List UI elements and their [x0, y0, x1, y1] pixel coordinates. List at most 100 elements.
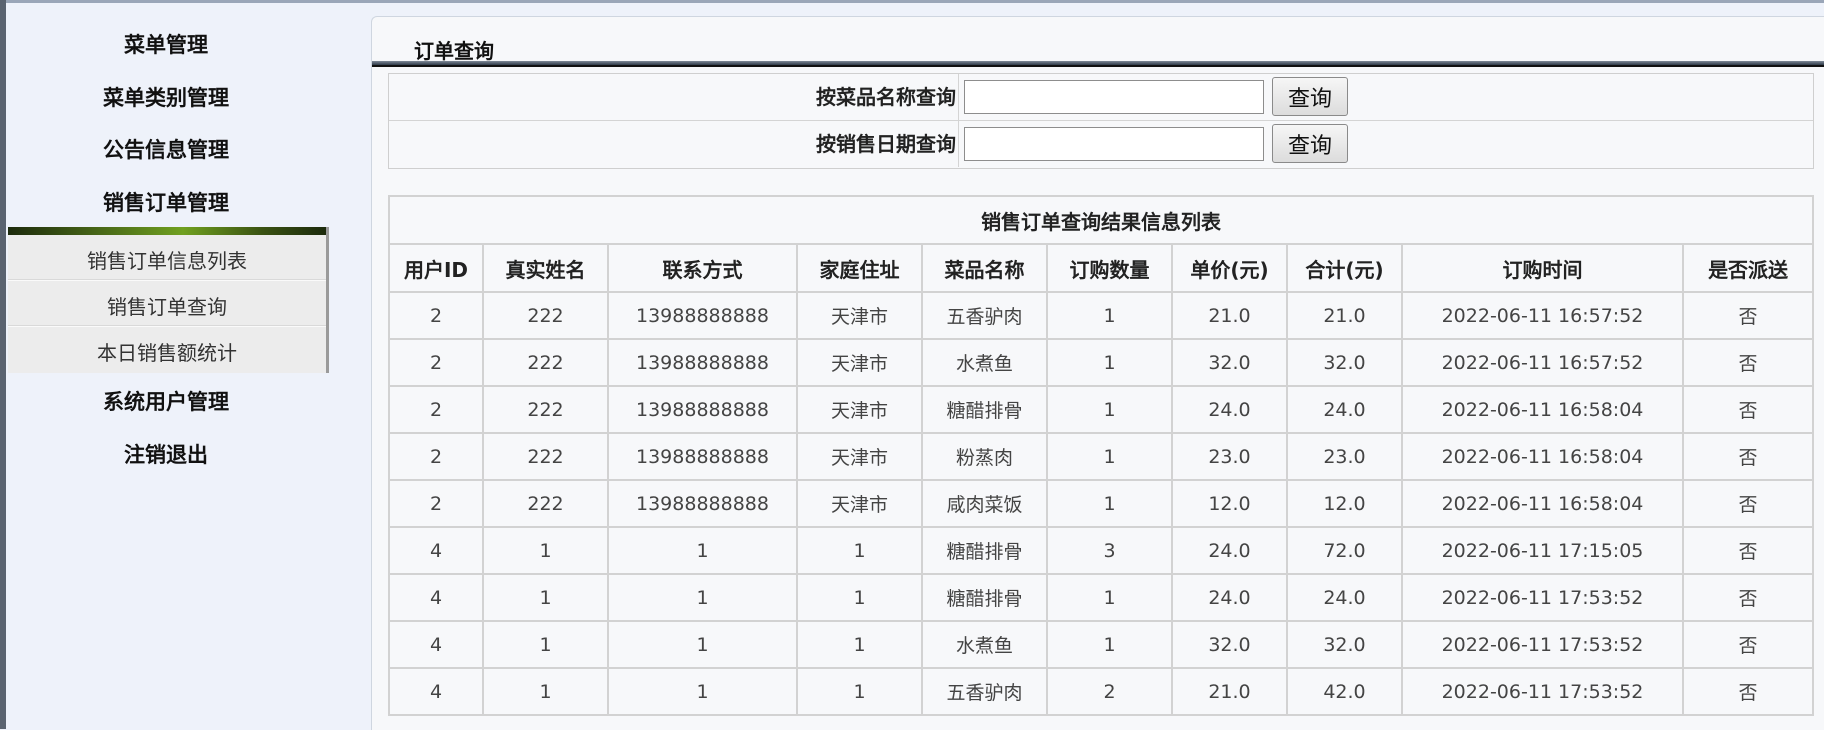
sales-order-submenu: 销售订单信息列表 销售订单查询 本日销售额统计: [8, 227, 329, 373]
table-row: 2 222 13988888888 天津市 咸肉菜饭 1 12.0 12.0 2022-06-1…: [388, 479, 1815, 528]
table-cell: 否: [1681, 338, 1815, 387]
table-cell: 咸肉菜饭: [921, 479, 1048, 528]
submenu-divider: [8, 279, 326, 281]
table-row: 2 222 13988888888 天津市 水煮鱼 1 32.0 32.0 2022-06-11…: [388, 338, 1815, 387]
table-cell: 水煮鱼: [921, 620, 1048, 669]
table-cell: 2022-06-11 16:58:04: [1401, 385, 1684, 434]
table-row: 2 222 13988888888 天津市 粉蒸肉 1 23.0 23.0 2022-06-11…: [388, 432, 1815, 481]
table-cell: 天津市: [796, 338, 923, 387]
sidebar: 菜单管理 菜单类别管理 公告信息管理 销售订单管理 销售订单信息列表 销售订单查…: [6, 3, 366, 729]
table-cell: 2022-06-11 17:53:52: [1401, 667, 1684, 716]
table-cell: 4: [388, 620, 484, 669]
submenu-divider: [8, 325, 326, 327]
table-cell: 3: [1046, 526, 1173, 575]
table-cell: 13988888888: [607, 479, 798, 528]
table-cell: 4: [388, 526, 484, 575]
search-by-date-label: 按销售日期查询: [389, 121, 959, 167]
table-cell: 222: [482, 385, 609, 434]
table-cell: 1: [1046, 620, 1173, 669]
search-row-by-name: 按菜品名称查询 查询: [389, 74, 1813, 121]
table-cell: 否: [1681, 291, 1815, 340]
table-cell: 1: [1046, 338, 1173, 387]
table-cell: 2: [388, 338, 484, 387]
table-cell: 天津市: [796, 432, 923, 481]
table-cell: 否: [1681, 526, 1815, 575]
table-row: 2 222 13988888888 天津市 五香驴肉 1 21.0 21.0 2022-06-1…: [388, 291, 1815, 340]
submenu-item-order-list[interactable]: 销售订单信息列表: [8, 245, 326, 274]
results-table-caption: 销售订单查询结果信息列表: [387, 195, 1815, 245]
column-header: 合计(元): [1286, 243, 1403, 293]
table-cell: 2022-06-11 17:15:05: [1401, 526, 1684, 575]
table-cell: 222: [482, 432, 609, 481]
dish-name-search-input[interactable]: [964, 80, 1264, 114]
table-cell: 粉蒸肉: [921, 432, 1048, 481]
table-cell: 天津市: [796, 291, 923, 340]
results-table: 销售订单查询结果信息列表 用户ID 真实姓名 联系方式 家庭住址 菜品名称 订购…: [387, 195, 1815, 716]
main-panel: 订单查询 按菜品名称查询 查询 按销售日期查询 查询 销售订单查询结果信息列表 …: [371, 16, 1824, 730]
table-cell: 21.0: [1286, 291, 1403, 340]
table-cell: 12.0: [1171, 479, 1288, 528]
table-cell: 21.0: [1171, 291, 1288, 340]
table-cell: 1: [607, 620, 798, 669]
submenu-header-bar: [8, 227, 326, 235]
sale-date-search-button[interactable]: 查询: [1272, 124, 1348, 163]
table-cell: 2022-06-11 16:58:04: [1401, 432, 1684, 481]
table-cell: 13988888888: [607, 432, 798, 481]
submenu-item-daily-sales[interactable]: 本日销售额统计: [8, 337, 326, 366]
table-cell: 2: [388, 385, 484, 434]
sale-date-search-input[interactable]: [964, 127, 1264, 161]
table-cell: 23.0: [1171, 432, 1288, 481]
table-cell: 否: [1681, 385, 1815, 434]
menu-item-sales-order-management[interactable]: 销售订单管理: [6, 187, 326, 217]
column-header: 订购时间: [1401, 243, 1684, 293]
table-cell: 否: [1681, 573, 1815, 622]
table-row: 4 1 1 1 糖醋排骨 3 24.0 72.0 2022-06-11 17:15:05 否: [388, 526, 1815, 575]
table-cell: 12.0: [1286, 479, 1403, 528]
table-cell: 1: [1046, 432, 1173, 481]
table-cell: 2: [388, 479, 484, 528]
table-cell: 五香驴肉: [921, 667, 1048, 716]
table-cell: 24.0: [1171, 573, 1288, 622]
table-cell: 222: [482, 338, 609, 387]
table-cell: 2: [1046, 667, 1173, 716]
menu-item-menu-management[interactable]: 菜单管理: [6, 29, 326, 59]
table-cell: 糖醋排骨: [921, 385, 1048, 434]
table-cell: 42.0: [1286, 667, 1403, 716]
table-cell: 水煮鱼: [921, 338, 1048, 387]
dish-name-search-button[interactable]: 查询: [1272, 77, 1348, 116]
table-cell: 32.0: [1286, 338, 1403, 387]
table-header-row: 用户ID 真实姓名 联系方式 家庭住址 菜品名称 订购数量 单价(元) 合计(元…: [388, 243, 1815, 293]
table-cell: 天津市: [796, 385, 923, 434]
table-cell: 32.0: [1171, 338, 1288, 387]
table-cell: 1: [607, 526, 798, 575]
menu-item-system-user-management[interactable]: 系统用户管理: [6, 386, 326, 416]
table-cell: 13988888888: [607, 385, 798, 434]
table-cell: 糖醋排骨: [921, 573, 1048, 622]
column-header: 菜品名称: [921, 243, 1048, 293]
table-cell: 1: [796, 526, 923, 575]
table-cell: 2022-06-11 17:53:52: [1401, 620, 1684, 669]
submenu-item-order-query[interactable]: 销售订单查询: [8, 291, 326, 320]
table-row: 4 1 1 1 水煮鱼 1 32.0 32.0 2022-06-11 17:53:52 否: [388, 620, 1815, 669]
table-cell: 222: [482, 479, 609, 528]
menu-item-notice-management[interactable]: 公告信息管理: [6, 134, 326, 164]
table-cell: 24.0: [1286, 573, 1403, 622]
table-cell: 13988888888: [607, 338, 798, 387]
table-cell: 1: [796, 667, 923, 716]
menu-item-category-management[interactable]: 菜单类别管理: [6, 82, 326, 112]
table-cell: 2022-06-11 16:57:52: [1401, 338, 1684, 387]
table-cell: 1: [482, 573, 609, 622]
column-header: 联系方式: [607, 243, 798, 293]
table-cell: 1: [1046, 291, 1173, 340]
page-title: 订单查询: [414, 39, 494, 63]
table-cell: 24.0: [1286, 385, 1403, 434]
search-form: 按菜品名称查询 查询 按销售日期查询 查询: [388, 73, 1814, 169]
table-cell: 五香驴肉: [921, 291, 1048, 340]
table-cell: 72.0: [1286, 526, 1403, 575]
table-cell: 24.0: [1171, 526, 1288, 575]
table-cell: 1: [796, 620, 923, 669]
table-cell: 1: [1046, 479, 1173, 528]
table-cell: 否: [1681, 432, 1815, 481]
table-cell: 1: [1046, 385, 1173, 434]
menu-item-logout[interactable]: 注销退出: [6, 439, 326, 469]
